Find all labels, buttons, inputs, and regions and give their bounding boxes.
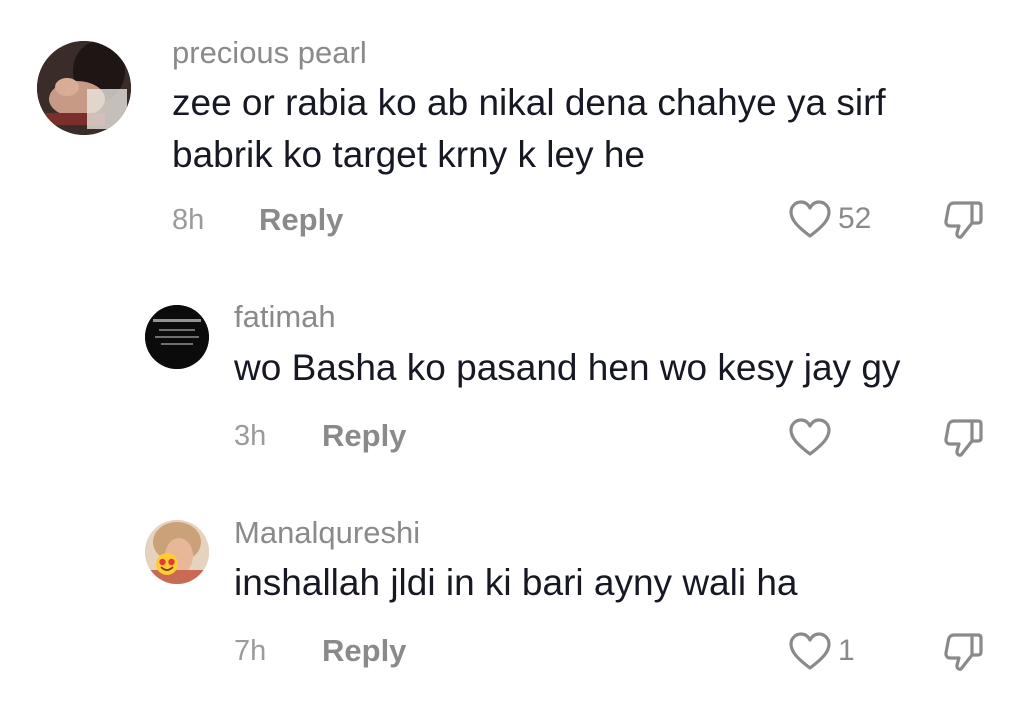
thumbs-down-outline-icon (944, 633, 983, 671)
comment-text: wo Basha ko pasand hen wo kesy jay gy (234, 342, 900, 394)
comment-text-line: inshallah jldi in ki bari ayny wali ha (234, 562, 798, 603)
thumbs-down-outline-icon (944, 419, 983, 457)
thumbs-down-outline-icon (944, 201, 983, 239)
comment-time: 7h (234, 635, 267, 667)
avatar[interactable] (145, 305, 209, 369)
like-button[interactable]: 1 (788, 631, 855, 671)
dislike-button[interactable] (942, 197, 986, 246)
dislike-button[interactable] (942, 415, 986, 464)
comment-text: zee or rabia ko ab nikal dena chahye ya … (172, 77, 886, 181)
like-count: 52 (838, 202, 872, 235)
comment-username[interactable]: Manalqureshi (234, 515, 420, 551)
comment-text: inshallah jldi in ki bari ayny wali ha (234, 557, 798, 609)
heart-outline-icon (789, 418, 831, 456)
comment-text-line: wo Basha ko pasand hen wo kesy jay gy (234, 347, 901, 388)
like-count: 1 (838, 634, 855, 667)
comment-username[interactable]: precious pearl (172, 35, 367, 71)
heart-outline-icon (789, 632, 831, 670)
like-button[interactable] (788, 417, 832, 457)
comment-text-line: zee or rabia ko ab nikal dena chahye ya … (172, 82, 886, 123)
reply-button[interactable]: Reply (322, 633, 406, 669)
like-button[interactable]: 52 (788, 199, 871, 239)
comment-text-line: babrik ko target krny k ley he (172, 134, 645, 175)
reply-button[interactable]: Reply (322, 418, 406, 454)
avatar[interactable] (37, 41, 131, 135)
dislike-button[interactable] (942, 629, 986, 678)
comment-time: 8h (172, 204, 205, 236)
heart-outline-icon (789, 200, 831, 238)
reply-button[interactable]: Reply (259, 202, 343, 238)
comment-username[interactable]: fatimah (234, 299, 336, 335)
comment-time: 3h (234, 420, 267, 452)
avatar[interactable] (145, 520, 209, 584)
